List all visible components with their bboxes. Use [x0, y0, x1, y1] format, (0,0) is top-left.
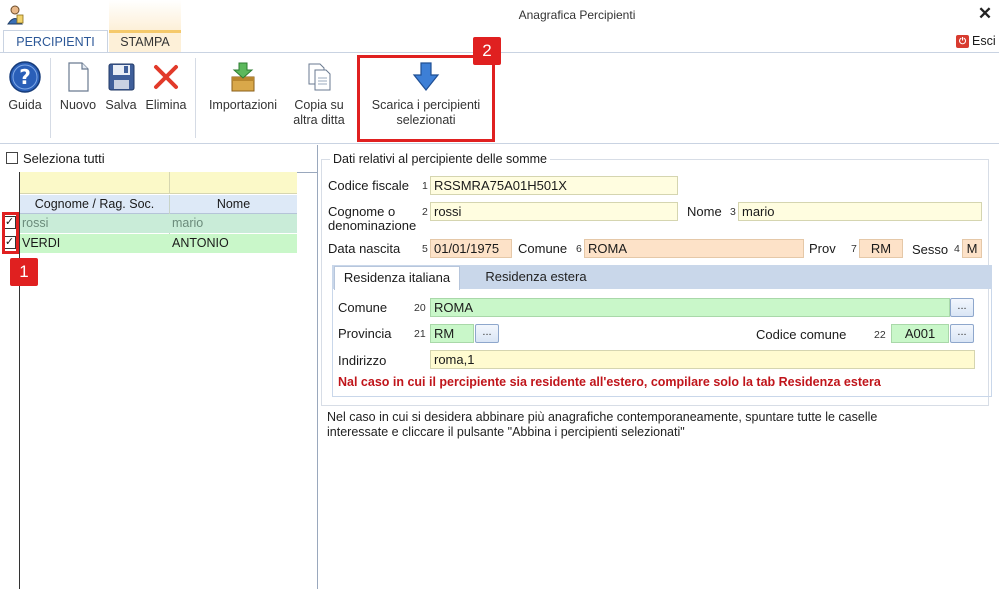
callout-badge-1: 1 — [10, 258, 38, 286]
copia-button[interactable]: Copia su altra ditta — [287, 60, 351, 128]
new-document-icon — [61, 60, 95, 94]
row-cognome: rossi — [22, 216, 49, 230]
sesso-label: Sesso — [912, 242, 949, 257]
codice-comune-field[interactable]: A001 — [891, 324, 949, 343]
info-text: Nel caso in cui si desidera abbinare più… — [327, 410, 987, 440]
callout-badge-2: 2 — [473, 37, 501, 65]
cognome-label-2: denominazione — [328, 218, 417, 233]
field-number: 1 — [422, 180, 428, 192]
help-icon: ? — [8, 60, 42, 94]
field-number: 22 — [874, 329, 886, 341]
import-box-icon — [226, 60, 260, 94]
grid-filter-row[interactable] — [20, 172, 297, 194]
field-number: 5 — [422, 243, 428, 255]
provincia-label: Provincia — [338, 326, 392, 341]
column-header-cognome[interactable]: Cognome / Rag. Soc. — [20, 197, 169, 211]
copia-label-2: altra ditta — [293, 113, 345, 127]
ribbon-separator — [50, 58, 51, 138]
window-title: Anagrafica Percipienti — [518, 8, 636, 22]
comune-lookup-button[interactable]: ... — [950, 298, 974, 317]
tab-residenza-italiana[interactable]: Residenza italiana — [334, 266, 460, 290]
nuovo-button[interactable]: Nuovo — [56, 60, 100, 113]
select-all-label: Seleziona tutti — [23, 151, 105, 166]
importazioni-label: Importazioni — [208, 98, 278, 112]
esci-button[interactable]: Esci — [972, 34, 996, 48]
salva-label: Salva — [105, 98, 137, 112]
prov-field[interactable]: RM — [859, 239, 903, 258]
row-nome: ANTONIO — [172, 236, 229, 250]
callout-highlight-1 — [2, 212, 19, 254]
row-nome: mario — [172, 216, 204, 230]
callout-highlight-2 — [357, 55, 495, 142]
field-number: 7 — [851, 243, 857, 255]
data-nascita-field[interactable]: 01/01/1975 — [430, 239, 512, 258]
field-number: 2 — [422, 206, 428, 218]
comune-residenza-field[interactable]: ROMA — [430, 298, 950, 317]
fieldset-legend: Dati relativi al percipiente delle somme — [330, 152, 550, 166]
sesso-field[interactable]: M — [962, 239, 982, 258]
field-number: 6 — [576, 243, 582, 255]
select-all-checkbox[interactable] — [6, 152, 18, 164]
field-number: 20 — [414, 302, 426, 314]
tab-percipienti[interactable]: PERCIPIENTI — [3, 30, 108, 53]
indirizzo-label: Indirizzo — [338, 353, 387, 368]
codice-fiscale-field[interactable]: RSSMRA75A01H501X — [430, 176, 678, 195]
save-disk-icon — [104, 60, 138, 94]
table-row[interactable] — [20, 214, 297, 233]
nome-label: Nome — [687, 204, 722, 219]
prov-label: Prov — [809, 241, 836, 256]
field-number: 4 — [954, 243, 960, 255]
tab-residenza-estera[interactable]: Residenza estera — [466, 266, 606, 289]
data-nascita-label: Data nascita — [328, 241, 401, 256]
info-line-1: Nel caso in cui si desidera abbinare più… — [327, 410, 878, 424]
table-row[interactable] — [20, 234, 297, 253]
nuovo-label: Nuovo — [59, 98, 97, 112]
comune-nascita-label: Comune — [518, 241, 568, 256]
salva-button[interactable]: Salva — [101, 60, 141, 113]
copy-documents-icon — [302, 60, 336, 94]
residenza-warning: Nal caso in cui il percipiente sia resid… — [338, 375, 881, 389]
comune-nascita-field[interactable]: ROMA — [584, 239, 804, 258]
tab-stampa[interactable]: STAMPA — [109, 30, 181, 53]
codice-comune-lookup-button[interactable]: ... — [950, 324, 974, 343]
codice-comune-label: Codice comune — [756, 327, 847, 342]
comune-residenza-label: Comune — [338, 300, 388, 315]
field-number: 3 — [730, 206, 736, 218]
power-icon[interactable]: ⏻ — [956, 35, 969, 48]
ribbon-separator — [195, 58, 196, 138]
filter-divider — [169, 172, 170, 194]
copia-label-1: Copia su — [294, 98, 344, 112]
close-window-icon[interactable]: ✕ — [975, 4, 995, 24]
importazioni-button[interactable]: Importazioni — [201, 60, 285, 113]
indirizzo-field[interactable]: roma,1 — [430, 350, 975, 369]
elimina-label: Elimina — [145, 98, 187, 112]
provincia-field[interactable]: RM — [430, 324, 474, 343]
column-header-nome[interactable]: Nome — [170, 197, 297, 211]
field-number: 21 — [414, 328, 426, 340]
row-cognome: VERDI — [22, 236, 61, 250]
elimina-button[interactable]: Elimina — [142, 60, 190, 113]
nome-field[interactable]: mario — [738, 202, 982, 221]
codice-fiscale-label: Codice fiscale — [328, 178, 409, 193]
provincia-lookup-button[interactable]: ... — [475, 324, 499, 343]
svg-text:?: ? — [19, 65, 31, 89]
delete-x-icon — [149, 60, 183, 94]
cognome-field[interactable]: rossi — [430, 202, 678, 221]
cognome-label-1: Cognome o — [328, 204, 396, 219]
guida-label: Guida — [8, 98, 42, 112]
guida-button[interactable]: ? Guida — [4, 60, 46, 113]
info-line-2: interessate e cliccare il pulsante "Abbi… — [327, 425, 685, 439]
